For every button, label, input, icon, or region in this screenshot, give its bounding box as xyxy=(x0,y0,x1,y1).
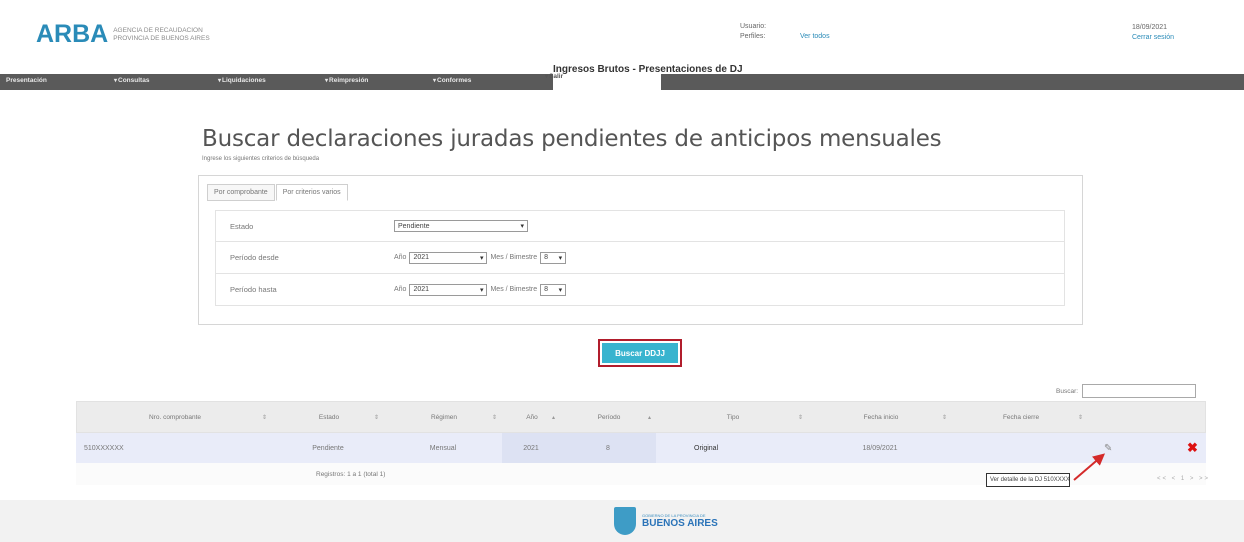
province-name: BUENOS AIRES xyxy=(642,518,718,529)
page: ARBA AGENCIA DE RECAUDACION PROVINCIA DE… xyxy=(0,0,1244,542)
annotation-arrow xyxy=(1073,453,1106,481)
province-map-icon xyxy=(614,507,636,535)
footer: GOBIERNO DE LA PROVINCIA DE BUENOS AIRES xyxy=(0,500,1244,542)
gba-logo: GOBIERNO DE LA PROVINCIA DE BUENOS AIRES xyxy=(614,507,718,535)
